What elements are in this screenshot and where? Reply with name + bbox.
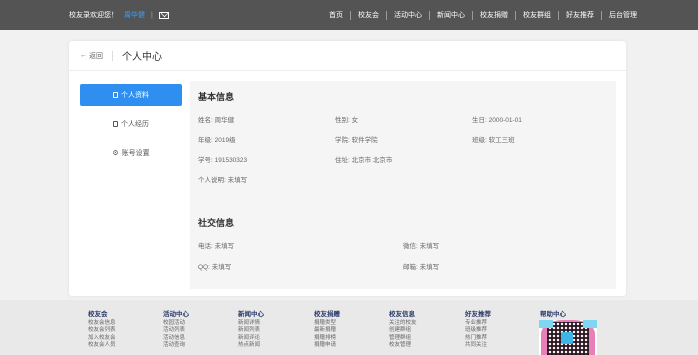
qr-code-image [539, 320, 597, 355]
top-nav-bar: 校友录欢迎您！ 周华健 | 首页 校友会 活动中心 新闻中心 校友捐赠 校友群组… [0, 0, 698, 30]
field-address: 住址: 北京市 北京市 [335, 157, 393, 164]
footer-link[interactable]: 共同关注 [465, 342, 491, 350]
footer-link[interactable]: 捐赠排榜 [314, 335, 340, 343]
user-area: 校友录欢迎您！ 周华健 | [69, 0, 169, 30]
sidebar-menu: 个人资料 个人经历 ⚙ 账号设置 [80, 84, 182, 171]
footer-column-title: 校友信息 [389, 311, 415, 318]
footer-column: 校友信息 关注的校友 创建群组 管理群组 校友管理 [389, 311, 417, 350]
mail-icon[interactable] [158, 11, 169, 19]
footer-column-title: 校友捐赠 [314, 311, 340, 318]
footer-column: 帮助中心 [540, 311, 566, 320]
footer-link[interactable]: 热门推荐 [465, 335, 491, 343]
page-title: 个人中心 [122, 52, 162, 63]
footer-link[interactable]: 新闻详情 [238, 320, 264, 328]
nav-news-center[interactable]: 新闻中心 [430, 10, 472, 20]
footer-link[interactable]: 校友会信息 [88, 320, 116, 328]
sidebar-item-label: 个人资料 [121, 92, 149, 99]
footer-column: 新闻中心 新闻详情 新闻列表 新闻评论 热点新闻 [238, 311, 264, 350]
footer-column-title: 活动中心 [163, 311, 189, 318]
footer-column-title: 好友推荐 [465, 311, 491, 318]
sidebar-item-account-settings[interactable]: ⚙ 账号设置 [80, 142, 182, 164]
back-button[interactable]: ← 返回 [80, 51, 103, 61]
nav-groups[interactable]: 校友群组 [516, 10, 558, 20]
footer-link[interactable]: 最新捐赠 [314, 327, 340, 335]
welcome-text: 校友录欢迎您！ [69, 12, 118, 19]
card-header: ← 返回 个人中心 [69, 41, 626, 71]
footer-link[interactable]: 创建群组 [389, 327, 417, 335]
footer-link[interactable]: 专业推荐 [465, 320, 491, 328]
main-nav: 首页 校友会 活动中心 新闻中心 校友捐赠 校友群组 好友推荐 后台管理 [322, 0, 644, 30]
footer-column: 好友推荐 专业推荐 班级推荐 热门推荐 共同关注 [465, 311, 491, 350]
field-college: 学院: 软件学院 [335, 137, 378, 144]
sidebar-item-profile[interactable]: 个人资料 [80, 84, 182, 106]
footer-link[interactable]: 校友会列表 [88, 327, 116, 335]
field-gender: 性别: 女 [335, 117, 359, 124]
document-icon [113, 121, 118, 127]
document-icon [113, 92, 118, 98]
footer-link[interactable]: 新闻评论 [238, 335, 264, 343]
footer-link[interactable]: 新闻列表 [238, 327, 264, 335]
sidebar-item-label: 个人经历 [121, 121, 149, 128]
nav-donation[interactable]: 校友捐赠 [473, 10, 515, 20]
nav-home[interactable]: 首页 [322, 10, 350, 20]
personal-center-card: ← 返回 个人中心 个人资料 个人经历 ⚙ 账号设置 基本信息 姓名: 周华健 … [69, 41, 626, 296]
footer-link[interactable]: 班级推荐 [465, 327, 491, 335]
footer-column: 校友捐赠 捐赠类型 最新捐赠 捐赠排榜 捐赠申请 [314, 311, 340, 350]
field-phone: 电话: 未填写 [198, 243, 235, 250]
footer-link[interactable]: 校友管理 [389, 342, 417, 350]
field-grade: 年级: 2019级 [198, 137, 236, 144]
field-name: 姓名: 周华健 [198, 117, 235, 124]
sidebar-item-label: 账号设置 [121, 150, 150, 157]
gear-icon: ⚙ [112, 150, 119, 157]
basic-info-title: 基本信息 [198, 92, 235, 102]
field-class: 班级: 软工三班 [472, 137, 515, 144]
footer-link[interactable]: 加入校友会 [88, 335, 116, 343]
arrow-left-icon: ← [80, 52, 87, 59]
footer-column-title: 校友会 [88, 311, 108, 318]
field-wechat: 微信: 未填写 [403, 243, 440, 250]
footer-link[interactable]: 管理群组 [389, 335, 417, 343]
nav-activity-center[interactable]: 活动中心 [387, 10, 429, 20]
footer-link[interactable]: 关注的校友 [389, 320, 417, 328]
field-qq: QQ: 未填写 [198, 264, 232, 271]
profile-panel: 基本信息 姓名: 周华健 性别: 女 生日: 2000-01-01 年级: 20… [190, 81, 616, 289]
nav-alumni-association[interactable]: 校友会 [351, 10, 386, 20]
footer-link[interactable]: 热点新闻 [238, 342, 264, 350]
footer-link[interactable]: 活动信息 [163, 335, 189, 343]
footer-link[interactable]: 校友会人员 [88, 342, 116, 350]
nav-admin[interactable]: 后台管理 [602, 10, 644, 20]
footer-link[interactable]: 活动列表 [163, 327, 189, 335]
footer-link[interactable]: 活动查询 [163, 342, 189, 350]
field-birthday: 生日: 2000-01-01 [472, 117, 522, 124]
footer-column-title: 新闻中心 [238, 311, 264, 318]
footer-link[interactable]: 校园活动 [163, 320, 189, 328]
footer-link[interactable]: 捐赠类型 [314, 320, 340, 328]
sidebar-item-experience[interactable]: 个人经历 [80, 113, 182, 135]
username-link[interactable]: 周华健 [124, 10, 145, 20]
footer-column-title: 帮助中心 [540, 311, 566, 318]
field-email: 邮箱: 未填写 [403, 264, 440, 271]
field-student-id: 学号: 191530323 [198, 157, 248, 164]
back-label: 返回 [89, 52, 103, 60]
footer-column: 活动中心 校园活动 活动列表 活动信息 活动查询 [163, 311, 189, 350]
nav-friend-recommend[interactable]: 好友推荐 [559, 10, 601, 20]
social-info-title: 社交信息 [198, 218, 235, 228]
divider [112, 50, 113, 61]
footer-column: 校友会 校友会信息 校友会列表 加入校友会 校友会人员 [88, 311, 116, 350]
divider: | [151, 11, 153, 19]
field-bio: 个人说明: 未填写 [198, 177, 248, 184]
footer-link[interactable]: 捐赠申请 [314, 342, 340, 350]
